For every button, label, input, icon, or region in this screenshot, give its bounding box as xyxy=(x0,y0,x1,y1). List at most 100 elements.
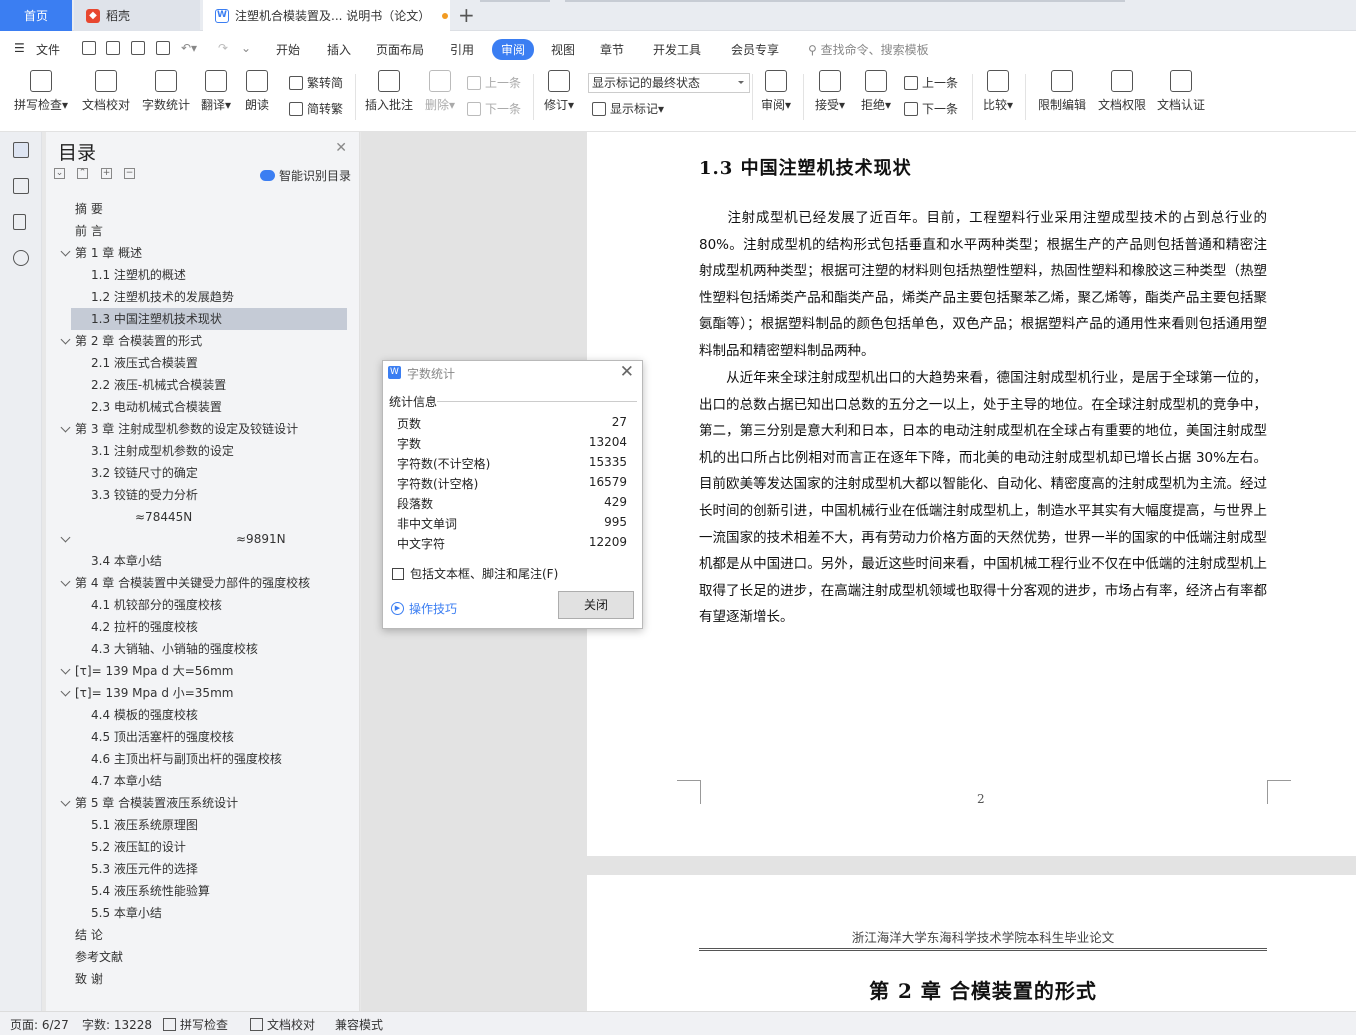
collapse-all-icon[interactable]: ⌃ xyxy=(77,168,88,179)
toc-item[interactable]: 结 论 xyxy=(75,924,103,946)
chevron-down-icon[interactable] xyxy=(60,576,71,587)
command-search[interactable]: ⚲ 查找命令、搜索模板 xyxy=(808,41,929,58)
chevron-down-icon[interactable] xyxy=(60,422,71,433)
proofread-button[interactable]: 文档校对 xyxy=(80,70,132,113)
toc-item[interactable]: 2.1 液压式合模装置 xyxy=(91,352,198,374)
toc-item[interactable]: [τ]= 139 Mpa d 大=56mm xyxy=(75,660,233,682)
chevron-down-icon[interactable] xyxy=(60,246,71,257)
redo-icon[interactable]: ↷ xyxy=(218,41,228,55)
menu-page-layout[interactable]: 页面布局 xyxy=(376,41,424,58)
toc-item[interactable]: 3.2 铰链尺寸的确定 xyxy=(91,462,198,484)
menu-chapter[interactable]: 章节 xyxy=(600,41,624,58)
tab-document[interactable]: W 注塑机合模装置及... 说明书（论文） xyxy=(203,0,450,31)
save-icon[interactable] xyxy=(82,41,96,55)
doc-permission-button[interactable]: 文档权限 xyxy=(1096,70,1148,113)
compare-button[interactable]: 比较▾ xyxy=(980,70,1016,113)
customize-quickbar-icon[interactable]: ⌄ xyxy=(241,41,251,55)
markup-state-select[interactable]: 显示标记的最终状态 xyxy=(588,73,750,93)
menu-home[interactable]: 开始 xyxy=(276,41,300,58)
toc-item[interactable]: 第 3 章 注射成型机参数的设定及铰链设计 xyxy=(75,418,298,440)
toc-item[interactable]: 致 谢 xyxy=(75,968,103,990)
expand-all-icon[interactable]: ⌄ xyxy=(54,168,65,179)
toc-item[interactable]: 1.1 注塑机的概述 xyxy=(91,264,186,286)
insert-comment-button[interactable]: 插入批注 xyxy=(363,70,415,113)
menu-member[interactable]: 会员专享 xyxy=(731,41,779,58)
menu-view[interactable]: 视图 xyxy=(551,41,575,58)
toc-item[interactable]: 3.1 注射成型机参数的设定 xyxy=(91,440,234,462)
proofread-status[interactable]: 文档校对 xyxy=(250,1016,315,1033)
toc-item[interactable]: 1.3 中国注塑机技术现状 xyxy=(71,308,347,330)
toc-item[interactable]: 5.2 液压缸的设计 xyxy=(91,836,186,858)
spellcheck-status[interactable]: 拼写检查 xyxy=(163,1016,228,1033)
toc-item[interactable]: 5.1 液压系统原理图 xyxy=(91,814,198,836)
toc-item[interactable]: 摘 要 xyxy=(75,198,103,220)
tips-link[interactable]: ▶ 操作技巧 xyxy=(391,600,457,617)
wordcount-button[interactable]: 字数统计 xyxy=(140,70,192,113)
accept-button[interactable]: 接受▾ xyxy=(812,70,848,113)
tab-daoke[interactable]: ◆ 稻壳 xyxy=(74,0,200,31)
toc-item[interactable]: 3.3 铰链的受力分析 xyxy=(91,484,198,506)
toc-item[interactable]: 4.3 大销轴、小销轴的强度校核 xyxy=(91,638,258,660)
reject-button[interactable]: 拒绝▾ xyxy=(858,70,894,113)
chevron-down-icon[interactable] xyxy=(60,532,71,543)
toc-item[interactable]: 4.4 模板的强度校核 xyxy=(91,704,198,726)
toc-item[interactable]: ≈9891N xyxy=(236,528,286,550)
remove-level-icon[interactable]: − xyxy=(124,168,135,179)
spellcheck-button[interactable]: 拼写检查▾ xyxy=(12,70,70,113)
chevron-down-icon[interactable] xyxy=(60,334,71,345)
prev-comment-button[interactable]: 上一条 xyxy=(467,74,521,91)
toc-item[interactable]: 参考文献 xyxy=(75,946,123,968)
toc-item[interactable]: 第 5 章 合模装置液压系统设计 xyxy=(75,792,238,814)
toc-item[interactable]: 4.5 顶出活塞杆的强度校核 xyxy=(91,726,234,748)
close-icon[interactable]: ✕ xyxy=(335,140,347,156)
chevron-down-icon[interactable] xyxy=(60,686,71,697)
track-changes-button[interactable]: 修订▾ xyxy=(541,70,577,113)
chevron-down-icon[interactable] xyxy=(60,796,71,807)
toc-item[interactable]: 4.1 机铰部分的强度校核 xyxy=(91,594,222,616)
doc-certify-button[interactable]: 文档认证 xyxy=(1155,70,1207,113)
menu-file[interactable]: 文件 xyxy=(36,41,60,58)
bookmark-icon[interactable] xyxy=(13,214,26,230)
include-textbox-checkbox[interactable]: 包括文本框、脚注和尾注(F) xyxy=(392,565,558,582)
close-icon[interactable]: ✕ xyxy=(620,362,634,382)
toc-item[interactable]: 5.3 液压元件的选择 xyxy=(91,858,198,880)
toc-item[interactable]: 5.4 液压系统性能验算 xyxy=(91,880,210,902)
toc-item[interactable]: 2.2 液压-机械式合模装置 xyxy=(91,374,226,396)
restrict-edit-button[interactable]: 限制编辑 xyxy=(1036,70,1088,113)
next-change-button[interactable]: 下一条 xyxy=(904,100,958,117)
next-comment-button[interactable]: 下一条 xyxy=(467,100,521,117)
menu-developer[interactable]: 开发工具 xyxy=(653,41,701,58)
toc-item[interactable]: 第 1 章 概述 xyxy=(75,242,142,264)
export-icon[interactable] xyxy=(106,41,120,55)
toc-item[interactable]: ≈78445N xyxy=(135,506,192,528)
toc-item[interactable]: 4.2 拉杆的强度校核 xyxy=(91,616,198,638)
toc-item[interactable]: 1.2 注塑机技术的发展趋势 xyxy=(91,286,234,308)
toc-item[interactable]: 5.5 本章小结 xyxy=(91,902,162,924)
toc-item[interactable]: 2.3 电动机械式合模装置 xyxy=(91,396,222,418)
menu-references[interactable]: 引用 xyxy=(450,41,474,58)
toc-item[interactable]: 第 2 章 合模装置的形式 xyxy=(75,330,202,352)
close-button[interactable]: 关闭 xyxy=(558,591,634,619)
toc-item[interactable]: 前 言 xyxy=(75,220,103,242)
chapter-nav-icon[interactable] xyxy=(13,178,29,194)
smart-toc-button[interactable]: 智能识别目录 xyxy=(259,167,351,184)
read-aloud-button[interactable]: 朗读 xyxy=(243,70,271,113)
print-icon[interactable] xyxy=(131,41,145,55)
word-count-indicator[interactable]: 字数: 13228 xyxy=(82,1016,152,1033)
new-tab-plus-icon[interactable]: + xyxy=(458,3,475,27)
toc-item[interactable]: 3.4 本章小结 xyxy=(91,550,162,572)
undo-icon[interactable]: ↶▾ xyxy=(181,41,197,55)
review-button[interactable]: 审阅▾ xyxy=(758,70,794,113)
menu-review[interactable]: 审阅 xyxy=(492,39,535,60)
simp-to-trad-button[interactable]: 简转繁 xyxy=(289,100,343,117)
toc-item[interactable]: 4.7 本章小结 xyxy=(91,770,162,792)
toc-item[interactable]: [τ]= 139 Mpa d 小=35mm xyxy=(75,682,233,704)
chevron-down-icon[interactable] xyxy=(60,664,71,675)
toc-item[interactable]: 4.6 主顶出杆与副顶出杆的强度校核 xyxy=(91,748,282,770)
page-indicator[interactable]: 页面: 6/27 xyxy=(10,1016,69,1033)
add-level-icon[interactable]: + xyxy=(101,168,112,179)
toc-panel-icon[interactable] xyxy=(13,142,29,158)
hamburger-menu-icon[interactable]: ☰ xyxy=(14,41,25,55)
prev-change-button[interactable]: 上一条 xyxy=(904,74,958,91)
delete-comment-button[interactable]: 删除▾ xyxy=(422,70,458,113)
